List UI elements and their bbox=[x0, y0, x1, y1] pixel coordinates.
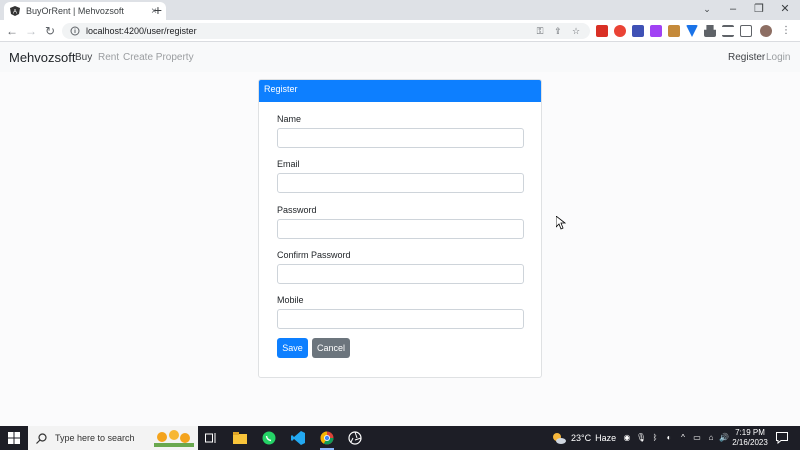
form-group-name: Name bbox=[277, 114, 524, 148]
hexagon-extension-icon[interactable] bbox=[632, 25, 644, 37]
tray-app-icon[interactable]: ◉ bbox=[622, 433, 632, 443]
windows-start-icon[interactable] bbox=[8, 432, 20, 444]
star-icon[interactable]: ☆ bbox=[570, 25, 582, 37]
password-input[interactable] bbox=[277, 219, 524, 239]
minimize-button[interactable]: – bbox=[720, 0, 746, 20]
nav-link-rent[interactable]: Rent bbox=[98, 52, 119, 63]
puzzle-icon[interactable] bbox=[704, 25, 716, 37]
chrome-icon[interactable] bbox=[319, 430, 335, 450]
browser-tab[interactable]: A BuyOrRent | Mehvozsoft × bbox=[4, 2, 166, 20]
form-group-mobile: Mobile bbox=[277, 295, 524, 329]
profile-avatar[interactable] bbox=[760, 25, 772, 37]
network-icon[interactable]: ⌂ bbox=[706, 433, 716, 443]
gmail-extension-icon[interactable] bbox=[596, 25, 608, 37]
form-group-password: Password bbox=[277, 205, 524, 239]
file-explorer-icon[interactable] bbox=[232, 430, 248, 446]
menu-kebab-icon[interactable]: ⋮ bbox=[780, 25, 792, 37]
confirm-password-input[interactable] bbox=[277, 264, 524, 284]
nav-link-login[interactable]: Login bbox=[766, 52, 790, 63]
email-label: Email bbox=[277, 159, 300, 169]
address-bar[interactable]: localhost:4200/user/register ⚿ ⇪ ☆ bbox=[62, 23, 590, 39]
show-hidden-icons-icon[interactable]: ^ bbox=[678, 433, 688, 443]
nav-link-create-property[interactable]: Create Property bbox=[123, 52, 194, 63]
restore-button[interactable]: ❐ bbox=[746, 0, 772, 20]
app-aperture-icon[interactable] bbox=[347, 430, 363, 446]
form-group-confirm-password: Confirm Password bbox=[277, 250, 524, 284]
search-icon bbox=[36, 432, 47, 444]
email-input[interactable] bbox=[277, 173, 524, 193]
chevron-down-icon[interactable]: ⌄ bbox=[694, 0, 720, 20]
form-group-email: Email bbox=[277, 159, 524, 193]
nav-link-buy[interactable]: Buy bbox=[75, 52, 92, 63]
image-extension-icon[interactable] bbox=[668, 25, 680, 37]
battery-icon[interactable]: ▭ bbox=[692, 433, 702, 443]
password-label: Password bbox=[277, 205, 317, 215]
nav-link-register[interactable]: Register bbox=[728, 52, 765, 63]
svg-text:A: A bbox=[13, 10, 17, 16]
tray-app-icon-2[interactable]: ◐ bbox=[664, 433, 674, 443]
whatsapp-icon[interactable] bbox=[261, 430, 277, 446]
task-view-icon[interactable] bbox=[203, 430, 219, 446]
system-clock[interactable]: 7:19 PM 2/16/2023 bbox=[730, 428, 770, 448]
windows-taskbar: Type here to search 23°C Haze ◉ 🎙 ᛒ ◐ ^ … bbox=[0, 426, 800, 450]
name-label: Name bbox=[277, 114, 302, 124]
name-input[interactable] bbox=[277, 128, 524, 148]
purple-extension-icon[interactable] bbox=[650, 25, 662, 37]
clock-time: 7:19 PM bbox=[735, 428, 765, 437]
volume-icon[interactable]: 🔊 bbox=[719, 433, 729, 443]
microphone-icon[interactable]: 🎙 bbox=[636, 433, 646, 443]
back-arrow-icon[interactable]: ← bbox=[4, 23, 20, 39]
page-content: Register Name Email Password Confirm Pas… bbox=[0, 72, 800, 426]
mobile-label: Mobile bbox=[277, 295, 304, 305]
cancel-button[interactable]: Cancel bbox=[312, 338, 350, 358]
key-icon[interactable]: ⚿ bbox=[534, 25, 546, 37]
new-tab-button[interactable]: + bbox=[150, 2, 166, 18]
info-icon bbox=[70, 26, 80, 36]
close-window-button[interactable]: ✕ bbox=[772, 0, 798, 20]
angular-icon: A bbox=[10, 6, 20, 16]
weather-text: Haze bbox=[595, 433, 617, 443]
bluetooth-icon[interactable]: ᛒ bbox=[650, 433, 660, 443]
save-button[interactable]: Save bbox=[277, 338, 308, 358]
browser-toolbar: ← → ↻ localhost:4200/user/register ⚿ ⇪ ☆… bbox=[0, 20, 800, 42]
share-icon[interactable]: ⇪ bbox=[552, 25, 564, 37]
brand-logo[interactable]: Mehvozsoft bbox=[9, 50, 75, 65]
sun-cloud-icon bbox=[553, 433, 566, 444]
tab-title: BuyOrRent | Mehvozsoft bbox=[26, 6, 124, 16]
ublock-extension-icon[interactable] bbox=[614, 25, 626, 37]
forward-arrow-icon[interactable]: → bbox=[23, 23, 39, 39]
reading-list-icon[interactable] bbox=[722, 25, 734, 37]
mobile-input[interactable] bbox=[277, 309, 524, 329]
weather-temp: 23°C bbox=[571, 433, 592, 443]
register-card: Register Name Email Password Confirm Pas… bbox=[258, 79, 542, 378]
browser-tab-strip: A BuyOrRent | Mehvozsoft × + ⌄ – ❐ ✕ bbox=[0, 0, 800, 20]
side-panel-icon[interactable] bbox=[740, 25, 752, 37]
weather-widget[interactable]: 23°C Haze bbox=[551, 432, 616, 444]
confirm-password-label: Confirm Password bbox=[277, 250, 351, 260]
search-placeholder: Type here to search bbox=[55, 433, 135, 443]
mouse-cursor-icon bbox=[556, 216, 566, 230]
vscode-icon[interactable] bbox=[290, 430, 306, 446]
vue-extension-icon[interactable] bbox=[686, 25, 698, 37]
flowers-icon bbox=[154, 430, 194, 447]
app-navbar: Mehvozsoft Buy Rent Create Property Regi… bbox=[0, 42, 800, 72]
reload-icon[interactable]: ↻ bbox=[42, 23, 58, 39]
taskbar-search-box[interactable]: Type here to search bbox=[28, 426, 198, 450]
clock-date: 2/16/2023 bbox=[732, 438, 768, 447]
card-header: Register bbox=[259, 80, 541, 102]
notification-icon[interactable] bbox=[776, 432, 788, 444]
url-text: localhost:4200/user/register bbox=[86, 26, 197, 36]
